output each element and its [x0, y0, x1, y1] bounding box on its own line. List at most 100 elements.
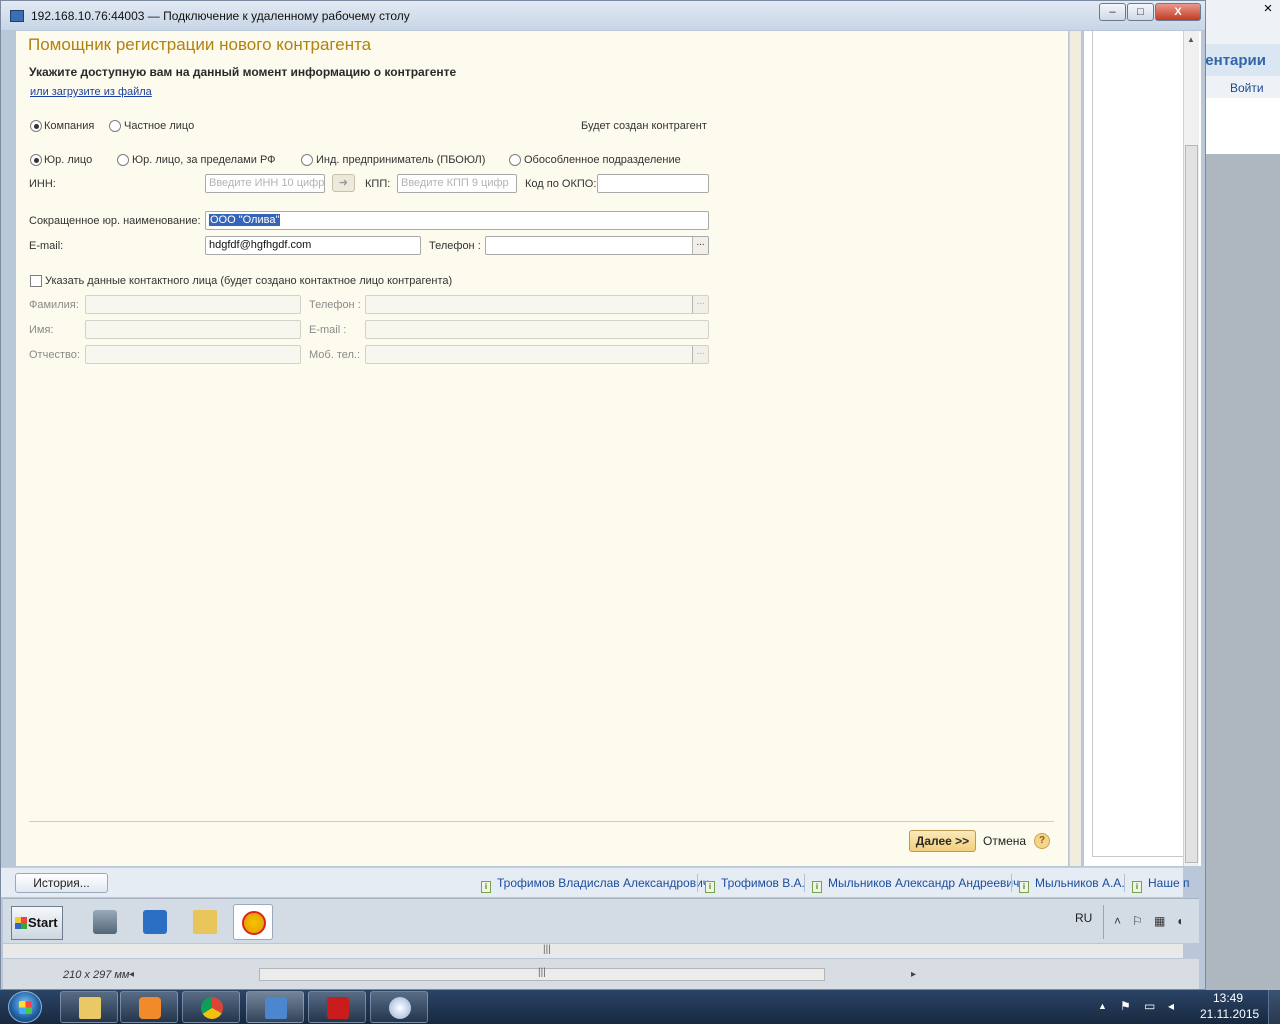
- radio-individual[interactable]: [109, 120, 121, 132]
- scroll-left-icon[interactable]: ◂: [129, 969, 134, 980]
- short-name-value: ООО "Олива": [209, 214, 281, 226]
- rdp-title: 192.168.10.76:44003 — Подключение к удал…: [31, 9, 410, 23]
- taskbar-app-active[interactable]: [246, 991, 304, 1023]
- remote-taskbar-app[interactable]: [185, 904, 225, 940]
- remote-tray-expand-icon[interactable]: ˄: [1114, 914, 1121, 928]
- rdp-icon: [10, 10, 24, 22]
- history-item[interactable]: i Наше п: [1132, 876, 1189, 893]
- radio-foreign-entity-label[interactable]: Юр. лицо, за пределами РФ: [132, 154, 276, 166]
- surname-field[interactable]: [85, 295, 301, 314]
- inn-lookup-button[interactable]: ➜: [332, 174, 355, 192]
- mobile-picker[interactable]: ...: [692, 346, 708, 363]
- radio-company[interactable]: [30, 120, 42, 132]
- info-icon: i: [812, 881, 822, 893]
- remote-language-indicator[interactable]: RU: [1075, 911, 1092, 925]
- load-from-file-link[interactable]: или загрузите из файла: [30, 86, 152, 98]
- phone-picker-button[interactable]: ...: [692, 237, 708, 254]
- history-button[interactable]: История...: [15, 873, 108, 893]
- mobile-field[interactable]: ...: [365, 345, 709, 364]
- phone-field[interactable]: ...: [485, 236, 709, 255]
- history-item[interactable]: i Мыльников А.А.: [1019, 876, 1125, 893]
- network-icon[interactable]: ▭: [1144, 999, 1155, 1013]
- radio-entrepreneur-label[interactable]: Инд. предприниматель (ПБОЮЛ): [316, 154, 485, 166]
- kpp-field[interactable]: Введите КПП 9 цифр: [397, 174, 517, 193]
- taskbar-app[interactable]: [308, 991, 366, 1023]
- radio-legal-entity[interactable]: [30, 154, 42, 166]
- remote-network-icon[interactable]: ▦: [1154, 914, 1165, 928]
- action-center-icon[interactable]: ⚑: [1120, 999, 1131, 1013]
- help-icon[interactable]: ?: [1034, 833, 1050, 849]
- radio-branch-label[interactable]: Обособленное подразделение: [524, 154, 681, 166]
- okpo-field[interactable]: [597, 174, 709, 193]
- kpp-label: КПП:: [365, 178, 391, 190]
- contact-phone-field[interactable]: ...: [365, 295, 709, 314]
- maximize-button[interactable]: □: [1127, 3, 1154, 21]
- radio-entrepreneur[interactable]: [301, 154, 313, 166]
- vertical-scrollbar[interactable]: ▲: [1183, 31, 1199, 866]
- history-item[interactable]: i Мыльников Александр Андреевич: [812, 876, 1019, 893]
- cancel-link[interactable]: Отмена: [983, 834, 1026, 848]
- powershell-icon: [143, 910, 167, 934]
- scroll-up-icon[interactable]: ▲: [1187, 35, 1195, 44]
- taskbar-app[interactable]: [182, 991, 240, 1023]
- footer-divider: [29, 821, 1054, 822]
- radio-company-label[interactable]: Компания: [44, 120, 94, 132]
- remote-start-button[interactable]: Start: [11, 906, 63, 940]
- tray-expand-icon[interactable]: ▲: [1098, 1001, 1107, 1011]
- inn-field[interactable]: Введите ИНН 10 цифр: [205, 174, 325, 193]
- name-field[interactable]: [85, 320, 301, 339]
- remote-flag-icon[interactable]: ⚐: [1132, 914, 1143, 928]
- remote-sound-icon[interactable]: ◖: [1176, 914, 1183, 928]
- history-item[interactable]: i Трофимов В.А.: [705, 876, 805, 893]
- history-item[interactable]: i Трофимов Владислав Александрович: [481, 876, 709, 893]
- host-taskbar: ▲ ⚑ ▭ ◂ 13:49 21.11.2015: [0, 990, 1280, 1024]
- background-header: ентарии: [1205, 44, 1280, 76]
- patronymic-field[interactable]: [85, 345, 301, 364]
- minimize-button[interactable]: –: [1099, 3, 1126, 21]
- scroll-thumb[interactable]: [1185, 145, 1198, 863]
- remote-scroll-grip[interactable]: |||: [543, 944, 551, 955]
- start-button[interactable]: [8, 991, 42, 1023]
- next-button[interactable]: Далее >>: [909, 830, 976, 852]
- taskbar-app[interactable]: [370, 991, 428, 1023]
- scroll-grip[interactable]: |||: [538, 967, 546, 978]
- clock-date[interactable]: 21.11.2015: [1200, 1007, 1259, 1021]
- email-field[interactable]: hdgfdf@hgfhgdf.com: [205, 236, 421, 255]
- rdp-titlebar[interactable]: 192.168.10.76:44003 — Подключение к удал…: [1, 1, 1205, 30]
- login-button[interactable]: Войти: [1230, 81, 1264, 95]
- rdp-window: 192.168.10.76:44003 — Подключение к удал…: [0, 0, 1206, 990]
- info-icon: i: [1132, 881, 1142, 893]
- right-panel-inner: [1092, 31, 1184, 857]
- horizontal-scrollbar[interactable]: |||: [259, 967, 825, 981]
- phone-label: Телефон :: [429, 240, 481, 252]
- volume-icon[interactable]: ◂: [1168, 999, 1174, 1013]
- radio-foreign-entity[interactable]: [117, 154, 129, 166]
- short-name-field[interactable]: ООО "Олива": [205, 211, 709, 230]
- remote-taskbar-app-active[interactable]: [233, 904, 273, 940]
- contact-checkbox[interactable]: [30, 275, 42, 287]
- taskbar-app[interactable]: [60, 991, 118, 1023]
- okpo-label: Код по ОКПО:: [525, 178, 597, 190]
- remote-horizontal-scrollbar[interactable]: |||: [3, 943, 1183, 958]
- acrobat-icon: [327, 997, 349, 1019]
- scroll-right-icon[interactable]: ▸: [911, 969, 916, 980]
- contact-phone-picker[interactable]: ...: [692, 296, 708, 313]
- short-name-label: Сокращенное юр. наименование:: [29, 215, 201, 227]
- background-close-button[interactable]: ×: [1258, 0, 1278, 18]
- remote-taskbar-app[interactable]: [85, 904, 125, 940]
- contact-email-field[interactable]: [365, 320, 709, 339]
- remote-taskbar-app[interactable]: [135, 904, 175, 940]
- history-separator: [1124, 874, 1125, 892]
- contact-checkbox-label[interactable]: Указать данные контактного лица (будет с…: [45, 275, 452, 287]
- close-button[interactable]: X: [1155, 3, 1201, 21]
- radio-legal-entity-label[interactable]: Юр. лицо: [44, 154, 92, 166]
- radio-branch[interactable]: [509, 154, 521, 166]
- background-panel: [1206, 98, 1280, 154]
- folder-icon: [193, 910, 217, 934]
- radio-individual-label[interactable]: Частное лицо: [124, 120, 194, 132]
- form-splitter[interactable]: [1069, 31, 1081, 866]
- clock-time[interactable]: 13:49: [1213, 991, 1243, 1005]
- taskbar-app[interactable]: [120, 991, 178, 1023]
- show-desktop-button[interactable]: [1268, 990, 1280, 1024]
- history-item-label: Наше п: [1148, 876, 1190, 890]
